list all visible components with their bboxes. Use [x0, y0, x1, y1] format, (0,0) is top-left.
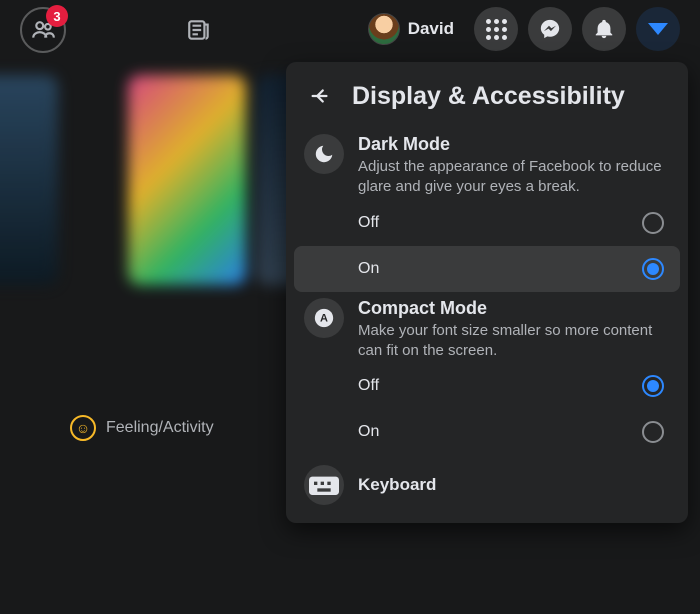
- messenger-icon: [539, 18, 561, 40]
- profile-name: David: [408, 19, 454, 39]
- feeling-icon: ☺: [70, 415, 96, 441]
- composer-feeling[interactable]: ☺ Feeling/Activity: [70, 415, 214, 441]
- friends-nav-button[interactable]: 3: [20, 7, 66, 53]
- radio-unchecked-icon: [642, 212, 664, 234]
- back-button[interactable]: [302, 78, 338, 114]
- dark-mode-off-option[interactable]: Off: [294, 200, 680, 246]
- compact-mode-title: Compact Mode: [358, 298, 670, 319]
- avatar: [368, 13, 400, 45]
- messenger-button[interactable]: [528, 7, 572, 51]
- compact-mode-on-option[interactable]: On: [294, 409, 680, 455]
- radio-unchecked-icon: [642, 421, 664, 443]
- keyboard-row[interactable]: Keyboard: [294, 455, 680, 515]
- dark-mode-section: Dark Mode Adjust the appearance of Faceb…: [294, 128, 680, 200]
- nav-left: 3: [20, 7, 222, 53]
- nav-right: David: [364, 7, 680, 51]
- topbar: 3 David: [0, 0, 700, 60]
- profile-chip[interactable]: David: [364, 9, 464, 49]
- moon-icon: [304, 134, 344, 174]
- compact-icon: A: [304, 298, 344, 338]
- menu-grid-icon: [486, 19, 507, 40]
- friends-badge: 3: [46, 5, 68, 27]
- compact-mode-on-label: On: [358, 423, 379, 441]
- radio-checked-icon: [642, 258, 664, 280]
- notifications-button[interactable]: [582, 7, 626, 51]
- panel-title: Display & Accessibility: [352, 82, 625, 111]
- arrow-left-icon: [309, 85, 331, 107]
- compact-mode-off-option[interactable]: Off: [294, 363, 680, 409]
- compact-mode-off-label: Off: [358, 377, 379, 395]
- keyboard-label: Keyboard: [358, 475, 436, 495]
- account-menu-button[interactable]: [636, 7, 680, 51]
- panel-header: Display & Accessibility: [294, 74, 680, 128]
- menu-button[interactable]: [474, 7, 518, 51]
- keyboard-icon: [304, 465, 344, 505]
- compact-mode-section: A Compact Mode Make your font size small…: [294, 292, 680, 364]
- dark-mode-off-label: Off: [358, 214, 379, 232]
- display-accessibility-panel: Display & Accessibility Dark Mode Adjust…: [286, 62, 688, 523]
- feeling-label: Feeling/Activity: [106, 419, 214, 437]
- svg-text:A: A: [320, 312, 328, 324]
- dark-mode-desc: Adjust the appearance of Facebook to red…: [358, 157, 670, 198]
- dark-mode-on-label: On: [358, 260, 379, 278]
- news-nav-button[interactable]: [176, 7, 222, 53]
- caret-down-icon: [648, 23, 668, 35]
- news-icon: [186, 17, 212, 43]
- compact-mode-desc: Make your font size smaller so more cont…: [358, 321, 670, 362]
- dark-mode-title: Dark Mode: [358, 134, 670, 155]
- dark-mode-on-option[interactable]: On: [294, 246, 680, 292]
- radio-checked-icon: [642, 375, 664, 397]
- bell-icon: [593, 18, 615, 40]
